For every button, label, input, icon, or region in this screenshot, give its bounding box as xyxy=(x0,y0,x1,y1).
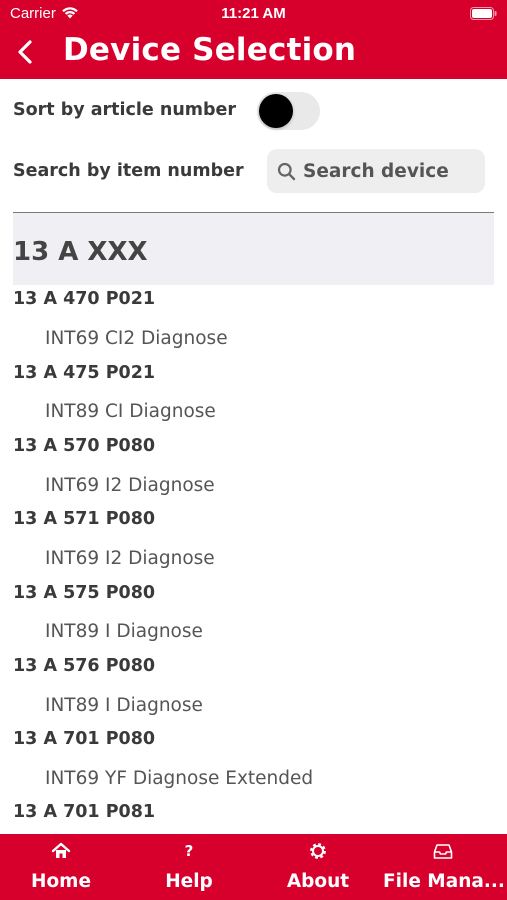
navigation-header: Carrier 11:21 AM Device Selection xyxy=(0,0,507,79)
article-number[interactable]: 13 A 701 P081 xyxy=(13,802,155,818)
search-placeholder: Search device xyxy=(303,161,449,182)
tab-file-manager[interactable]: File Mana... xyxy=(383,834,505,900)
article-number[interactable]: 13 A 475 P021 xyxy=(13,363,155,383)
tab-home-label: Home xyxy=(30,871,92,892)
sort-row: Sort by article number xyxy=(0,86,507,136)
status-bar: Carrier 11:21 AM xyxy=(0,0,507,26)
tab-file-manager-label: File Mana... xyxy=(383,871,505,892)
back-button[interactable] xyxy=(10,34,40,70)
chevron-left-icon xyxy=(18,40,32,64)
toggle-knob xyxy=(259,94,293,128)
page-title: Device Selection xyxy=(63,32,357,68)
tab-bar: Home ? Help About File Mana... xyxy=(0,834,507,900)
home-icon xyxy=(51,842,71,858)
inbox-tray-icon xyxy=(433,844,453,859)
tab-home[interactable]: Home xyxy=(15,834,107,900)
article-number[interactable]: 13 A 470 P021 xyxy=(13,289,155,309)
device-list[interactable]: 13 A XXX 13 A 470 P021 INT69 CI2 Diagnos… xyxy=(0,213,507,818)
sort-label: Sort by article number xyxy=(13,100,237,120)
device-description[interactable]: INT69 YF Diagnose Extended xyxy=(45,768,313,789)
article-number[interactable]: 13 A 576 P080 xyxy=(13,656,155,676)
sort-toggle[interactable] xyxy=(257,92,320,130)
section-header: 13 A XXX xyxy=(13,213,494,285)
device-description[interactable]: INT89 CI Diagnose xyxy=(45,401,216,422)
device-description[interactable]: INT69 I2 Diagnose xyxy=(45,548,215,569)
tab-about[interactable]: About xyxy=(272,834,364,900)
tab-help[interactable]: ? Help xyxy=(143,834,235,900)
article-number[interactable]: 13 A 575 P080 xyxy=(13,583,155,603)
search-row: Search by item number Search device xyxy=(0,145,507,197)
article-number[interactable]: 13 A 701 P080 xyxy=(13,729,155,749)
tab-help-label: Help xyxy=(165,871,213,892)
tab-about-label: About xyxy=(286,871,350,892)
device-description[interactable]: INT89 I Diagnose xyxy=(45,621,203,642)
search-icon xyxy=(277,162,296,181)
battery-icon xyxy=(470,7,497,20)
article-number[interactable]: 13 A 570 P080 xyxy=(13,436,155,456)
device-description[interactable]: INT89 I Diagnose xyxy=(45,695,203,716)
help-icon: ? xyxy=(185,842,194,860)
device-description[interactable]: INT69 I2 Diagnose xyxy=(45,475,215,496)
svg-text:?: ? xyxy=(185,842,194,860)
search-label: Search by item number xyxy=(13,161,244,181)
gear-icon xyxy=(310,843,326,859)
device-description[interactable]: INT69 CI2 Diagnose xyxy=(45,328,228,349)
section-title: 13 A XXX xyxy=(13,237,148,267)
search-input[interactable]: Search device xyxy=(267,149,485,193)
status-time: 11:21 AM xyxy=(221,5,286,22)
article-number[interactable]: 13 A 571 P080 xyxy=(13,509,155,529)
